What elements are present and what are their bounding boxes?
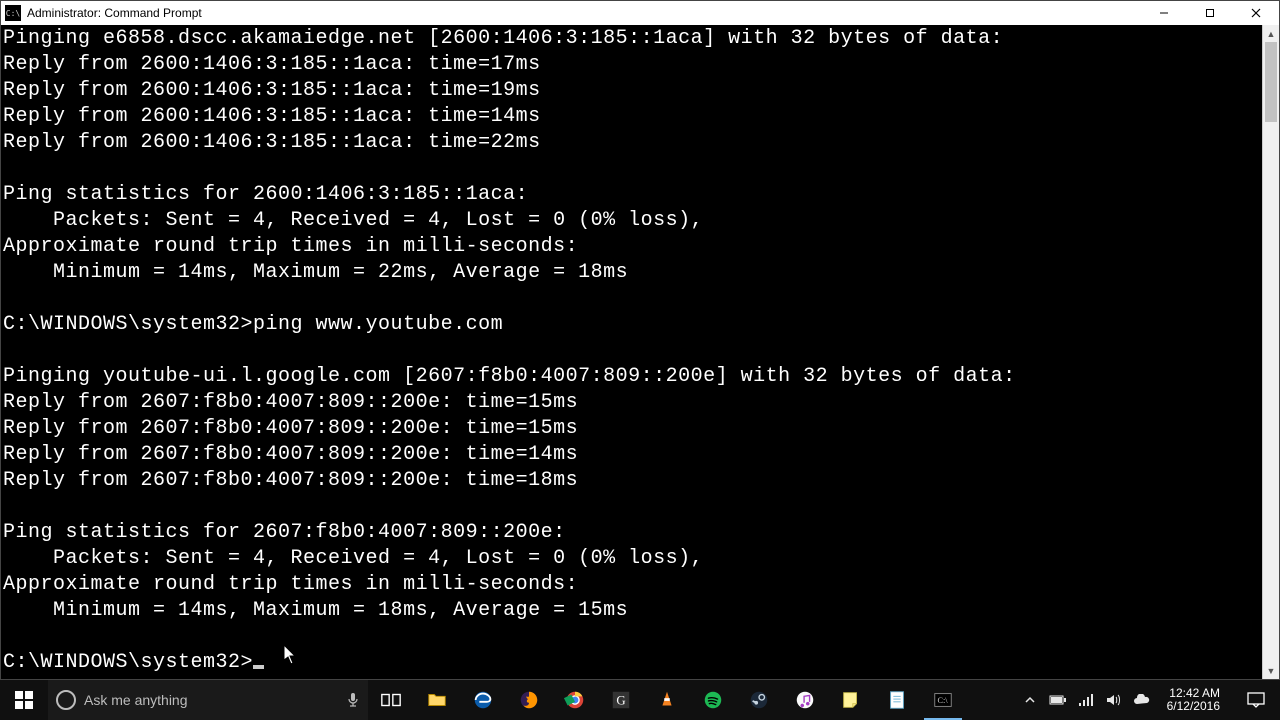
window-title: Administrator: Command Prompt [27,6,202,20]
scroll-down-button[interactable]: ▼ [1263,662,1279,679]
terminal-line: Approximate round trip times in milli-se… [3,234,1260,260]
sticky-notes-icon[interactable] [828,680,874,720]
itunes-icon[interactable] [782,680,828,720]
spotify-icon[interactable] [690,680,736,720]
terminal-cursor [253,665,264,669]
terminal-line: Reply from 2600:1406:3:185::1aca: time=2… [3,130,1260,156]
cortana-search-box[interactable]: Ask me anything [48,680,368,720]
close-button[interactable] [1233,1,1279,25]
maximize-button[interactable] [1187,1,1233,25]
terminal-line: Reply from 2600:1406:3:185::1aca: time=1… [3,104,1260,130]
terminal-line [3,338,1260,364]
scroll-track[interactable] [1263,42,1279,662]
cortana-icon [56,690,76,710]
terminal-line: Minimum = 14ms, Maximum = 18ms, Average … [3,598,1260,624]
terminal-line: Minimum = 14ms, Maximum = 22ms, Average … [3,260,1260,286]
terminal-line: Pinging e6858.dscc.akamaiedge.net [2600:… [3,26,1260,52]
terminal-line: Packets: Sent = 4, Received = 4, Lost = … [3,208,1260,234]
terminal-line: Pinging youtube-ui.l.google.com [2607:f8… [3,364,1260,390]
action-center-button[interactable] [1236,692,1276,708]
task-view-button[interactable] [368,680,414,720]
file-explorer-icon[interactable] [414,680,460,720]
terminal-line: Reply from 2607:f8b0:4007:809::200e: tim… [3,468,1260,494]
app-icon: C:\ [5,5,21,21]
tray-network-icon[interactable] [1077,691,1095,709]
client-area: Pinging e6858.dscc.akamaiedge.net [2600:… [1,25,1279,679]
terminal-line: Approximate round trip times in milli-se… [3,572,1260,598]
terminal-line [3,286,1260,312]
scroll-up-button[interactable]: ▲ [1263,25,1279,42]
titlebar[interactable]: C:\ Administrator: Command Prompt [1,1,1279,25]
terminal-line [3,156,1260,182]
tray-chevron-up-icon[interactable] [1021,691,1039,709]
command-prompt-window: C:\ Administrator: Command Prompt Pingin… [0,0,1280,680]
terminal-line [3,494,1260,520]
svg-text:G: G [616,694,625,708]
terminal-line: Reply from 2600:1406:3:185::1aca: time=1… [3,78,1260,104]
tray-onedrive-icon[interactable] [1133,691,1151,709]
terminal-line: Reply from 2600:1406:3:185::1aca: time=1… [3,52,1260,78]
tray-battery-icon[interactable] [1049,691,1067,709]
firefox-icon[interactable] [506,680,552,720]
clock-date: 6/12/2016 [1167,700,1220,713]
terminal-line: Ping statistics for 2607:f8b0:4007:809::… [3,520,1260,546]
steam-icon[interactable] [736,680,782,720]
terminal-line: Ping statistics for 2600:1406:3:185::1ac… [3,182,1260,208]
command-prompt-taskbar-icon[interactable]: C:\ [920,680,966,720]
vertical-scrollbar[interactable]: ▲ ▼ [1262,25,1279,679]
terminal-line: Reply from 2607:f8b0:4007:809::200e: tim… [3,416,1260,442]
terminal-prompt[interactable]: C:\WINDOWS\system32> [3,650,1260,676]
minimize-button[interactable] [1141,1,1187,25]
terminal-line: Reply from 2607:f8b0:4007:809::200e: tim… [3,442,1260,468]
search-placeholder: Ask me anything [84,692,338,708]
app-g-icon[interactable]: G [598,680,644,720]
tray-volume-icon[interactable] [1105,691,1123,709]
terminal-line: Reply from 2607:f8b0:4007:809::200e: tim… [3,390,1260,416]
vlc-icon[interactable] [644,680,690,720]
system-tray[interactable]: 12:42 AM 6/12/2016 [1021,680,1280,720]
windows-logo-icon [15,691,33,709]
notepad-icon[interactable] [874,680,920,720]
taskbar-pinned-apps: G C:\ [368,680,966,720]
microphone-icon[interactable] [346,692,360,708]
terminal-line: Packets: Sent = 4, Received = 4, Lost = … [3,546,1260,572]
start-button[interactable] [0,680,48,720]
taskbar[interactable]: Ask me anything G [0,680,1280,720]
terminal-line [3,624,1260,650]
scroll-thumb[interactable] [1265,42,1277,122]
edge-browser-icon[interactable] [460,680,506,720]
svg-text:C:\: C:\ [938,696,949,705]
chrome-icon[interactable] [552,680,598,720]
terminal-line: C:\WINDOWS\system32>ping www.youtube.com [3,312,1260,338]
terminal-output[interactable]: Pinging e6858.dscc.akamaiedge.net [2600:… [1,25,1262,679]
taskbar-clock[interactable]: 12:42 AM 6/12/2016 [1161,687,1226,713]
